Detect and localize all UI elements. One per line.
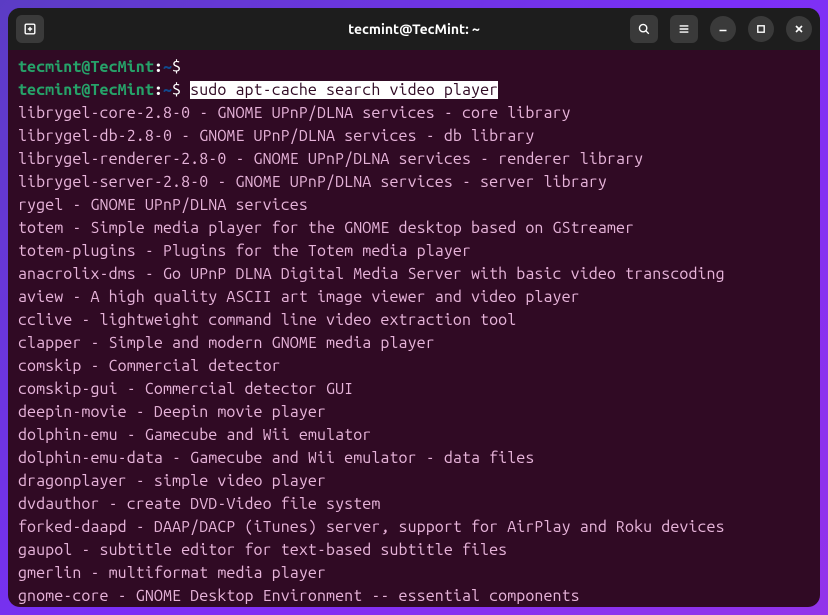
output-line: clapper - Simple and modern GNOME media … bbox=[18, 332, 810, 355]
output-line: dolphin-emu-data - Gamecube and Wii emul… bbox=[18, 447, 810, 470]
prompt-path: ~ bbox=[163, 58, 172, 76]
prompt-dollar: $ bbox=[172, 81, 181, 99]
output-line: totem - Simple media player for the GNOM… bbox=[18, 217, 810, 240]
output-line: gaupol - subtitle editor for text-based … bbox=[18, 539, 810, 562]
output-line: gnome-core - GNOME Desktop Environment -… bbox=[18, 585, 810, 607]
terminal-window: tecmint@TecMint: ~ bbox=[8, 8, 820, 607]
new-tab-button[interactable] bbox=[16, 15, 44, 43]
terminal-content[interactable]: tecmint@TecMint:~$ tecmint@TecMint:~$ su… bbox=[8, 50, 820, 607]
output-line: dragonplayer - simple video player bbox=[18, 470, 810, 493]
output-line: rygel - GNOME UPnP/DLNA services bbox=[18, 194, 810, 217]
menu-button[interactable] bbox=[670, 15, 698, 43]
output-line: comskip-gui - Commercial detector GUI bbox=[18, 378, 810, 401]
output-line: librygel-core-2.8-0 - GNOME UPnP/DLNA se… bbox=[18, 102, 810, 125]
output-line: dolphin-emu - Gamecube and Wii emulator bbox=[18, 424, 810, 447]
output-line: librygel-server-2.8-0 - GNOME UPnP/DLNA … bbox=[18, 171, 810, 194]
prompt-user: tecmint@TecMint bbox=[18, 58, 154, 76]
output-line: librygel-db-2.8-0 - GNOME UPnP/DLNA serv… bbox=[18, 125, 810, 148]
output-line: totem-plugins - Plugins for the Totem me… bbox=[18, 240, 810, 263]
output-line: deepin-movie - Deepin movie player bbox=[18, 401, 810, 424]
minimize-button[interactable] bbox=[710, 16, 736, 42]
output-line: aview - A high quality ASCII art image v… bbox=[18, 286, 810, 309]
prompt-user: tecmint@TecMint bbox=[18, 81, 154, 99]
maximize-button[interactable] bbox=[748, 16, 774, 42]
output-line: librygel-renderer-2.8-0 - GNOME UPnP/DLN… bbox=[18, 148, 810, 171]
search-button[interactable] bbox=[630, 15, 658, 43]
prompt-colon: : bbox=[154, 58, 163, 76]
command-highlight: sudo apt-cache search video player bbox=[190, 81, 498, 99]
titlebar: tecmint@TecMint: ~ bbox=[8, 8, 820, 50]
output-line: anacrolix-dms - Go UPnP DLNA Digital Med… bbox=[18, 263, 810, 286]
output-line: forked-daapd - DAAP/DACP (iTunes) server… bbox=[18, 516, 810, 539]
window-title: tecmint@TecMint: ~ bbox=[348, 21, 480, 37]
prompt-line-command: tecmint@TecMint:~$ sudo apt-cache search… bbox=[18, 79, 810, 102]
output-line: cclive - lightweight command line video … bbox=[18, 309, 810, 332]
output-line: dvdauthor - create DVD-Video file system bbox=[18, 493, 810, 516]
prompt-line-empty: tecmint@TecMint:~$ bbox=[18, 56, 810, 79]
prompt-path: ~ bbox=[163, 81, 172, 99]
prompt-colon: : bbox=[154, 81, 163, 99]
output-line: gmerlin - multiformat media player bbox=[18, 562, 810, 585]
output-line: comskip - Commercial detector bbox=[18, 355, 810, 378]
prompt-dollar: $ bbox=[172, 58, 181, 76]
close-button[interactable] bbox=[786, 16, 812, 42]
